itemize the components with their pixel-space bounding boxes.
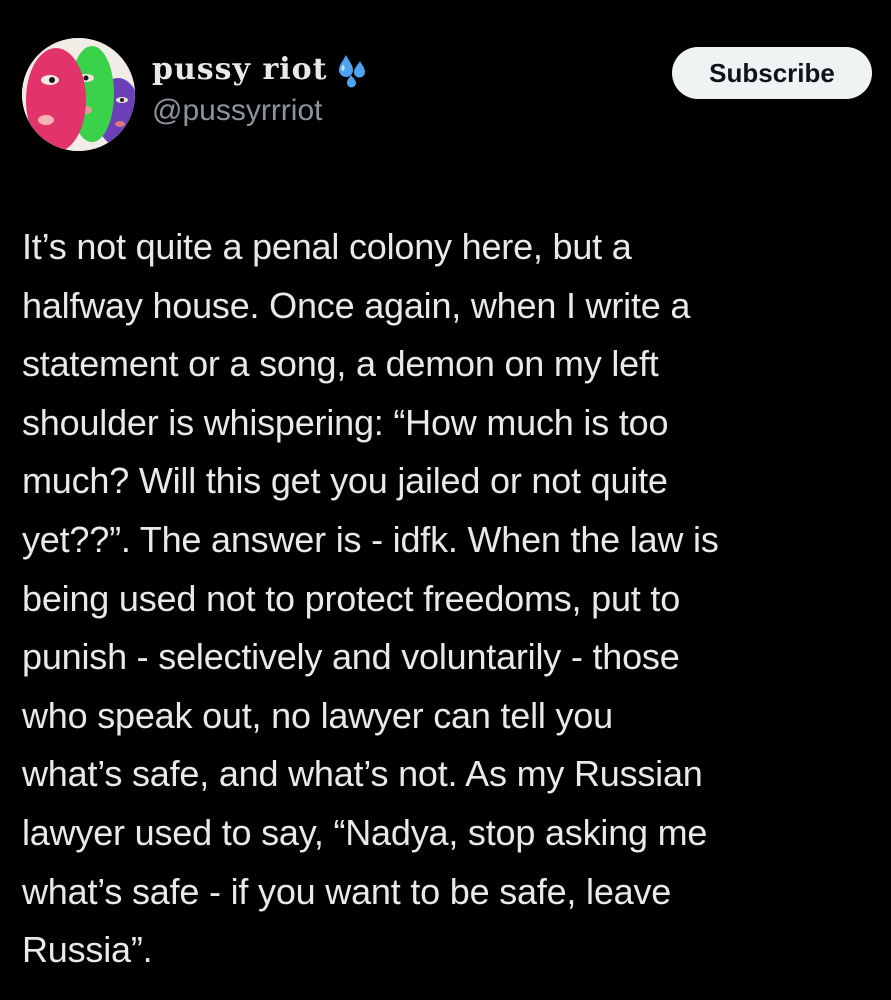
tweet-line: statement or a song, a demon on my left xyxy=(22,343,659,385)
display-name[interactable]: pussy riot xyxy=(152,50,328,90)
tweet-line: It’s not quite a penal colony here, but … xyxy=(22,226,632,267)
subscribe-button[interactable]: Subscribe xyxy=(672,47,872,99)
tweet-line: much? Will this get you jailed or not qu… xyxy=(22,460,668,502)
tweet-text: It’s not quite a penal colony here, but … xyxy=(22,218,872,980)
tweet-header: pussy riot @pussyrrriot Subscribe xyxy=(22,38,872,153)
tweet-line: what’s safe, and what’s not. As my Russi… xyxy=(22,753,703,795)
tweet-line: lawyer used to say, “Nadya, stop asking … xyxy=(22,811,708,853)
tweet-line: Russia”. xyxy=(22,929,153,971)
tweet-line: punish - selectively and voluntarily - t… xyxy=(22,636,680,678)
tweet-line: shoulder is whispering: “How much is too xyxy=(22,401,669,443)
water-drops-icon xyxy=(334,51,372,89)
avatar[interactable] xyxy=(22,38,135,151)
author-names: pussy riot @pussyrrriot xyxy=(152,50,372,130)
tweet-line: halfway house. Once again, when I write … xyxy=(22,284,691,326)
tweet-line: yet??”. The answer is - idfk. When the l… xyxy=(22,518,719,560)
display-name-row[interactable]: pussy riot xyxy=(152,50,372,90)
three-balaclavas-avatar xyxy=(22,38,135,151)
tweet-line: what’s safe - if you want to be safe, le… xyxy=(22,870,672,912)
tweet-line: being used not to protect freedoms, put … xyxy=(22,577,681,619)
tweet-line: who speak out, no lawyer can tell you xyxy=(22,694,613,736)
author-handle[interactable]: @pussyrrriot xyxy=(152,92,372,130)
